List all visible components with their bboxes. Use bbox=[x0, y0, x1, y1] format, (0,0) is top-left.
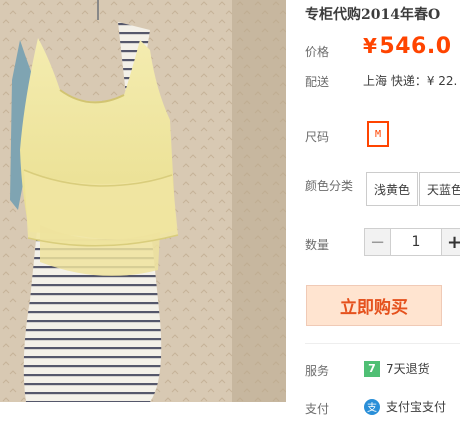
color-option-light-yellow[interactable]: 浅黄色 bbox=[366, 172, 419, 206]
quantity-stepper: − 1 + bbox=[364, 228, 460, 256]
payment-method-text: 支付宝支付 bbox=[386, 400, 447, 414]
seven-day-return-icon: 7 bbox=[364, 360, 380, 377]
payment-method[interactable]: 支 支付宝支付 bbox=[364, 398, 446, 415]
price-label: 价格 bbox=[305, 45, 330, 59]
quantity-increase-button[interactable]: + bbox=[441, 228, 460, 256]
services-label: 服务 bbox=[305, 364, 330, 378]
payment-label: 支付 bbox=[305, 402, 330, 416]
size-label: 尺码 bbox=[305, 130, 330, 144]
quantity-label: 数量 bbox=[305, 238, 330, 252]
shipping-info[interactable]: 上海 快递：¥ 22. bbox=[363, 72, 457, 89]
quantity-decrease-button[interactable]: − bbox=[364, 228, 391, 256]
return-policy-text: 7天退货 bbox=[386, 362, 430, 376]
product-photo-illustration bbox=[0, 0, 286, 402]
product-title: 专柜代购2014年春O bbox=[305, 7, 441, 23]
price-amount: 546.0 bbox=[379, 34, 452, 59]
size-option-m[interactable]: M bbox=[367, 121, 389, 147]
color-option-sky-blue[interactable]: 天蓝色 bbox=[419, 172, 460, 206]
currency-symbol: ¥ bbox=[363, 34, 378, 58]
return-policy[interactable]: 7 7天退货 bbox=[364, 360, 430, 377]
product-info-panel: 专柜代购2014年春O 价格 ¥546.0 配送 上海 快递：¥ 22. 尺码 … bbox=[305, 0, 460, 426]
divider bbox=[305, 343, 460, 344]
color-label: 颜色分类 bbox=[305, 179, 354, 193]
shipping-label: 配送 bbox=[305, 75, 330, 89]
quantity-input[interactable]: 1 bbox=[391, 228, 441, 256]
alipay-icon: 支 bbox=[364, 398, 380, 415]
price-value: ¥546.0 bbox=[363, 34, 452, 59]
product-image[interactable] bbox=[0, 0, 286, 402]
buy-now-button[interactable]: 立即购买 bbox=[306, 285, 442, 326]
